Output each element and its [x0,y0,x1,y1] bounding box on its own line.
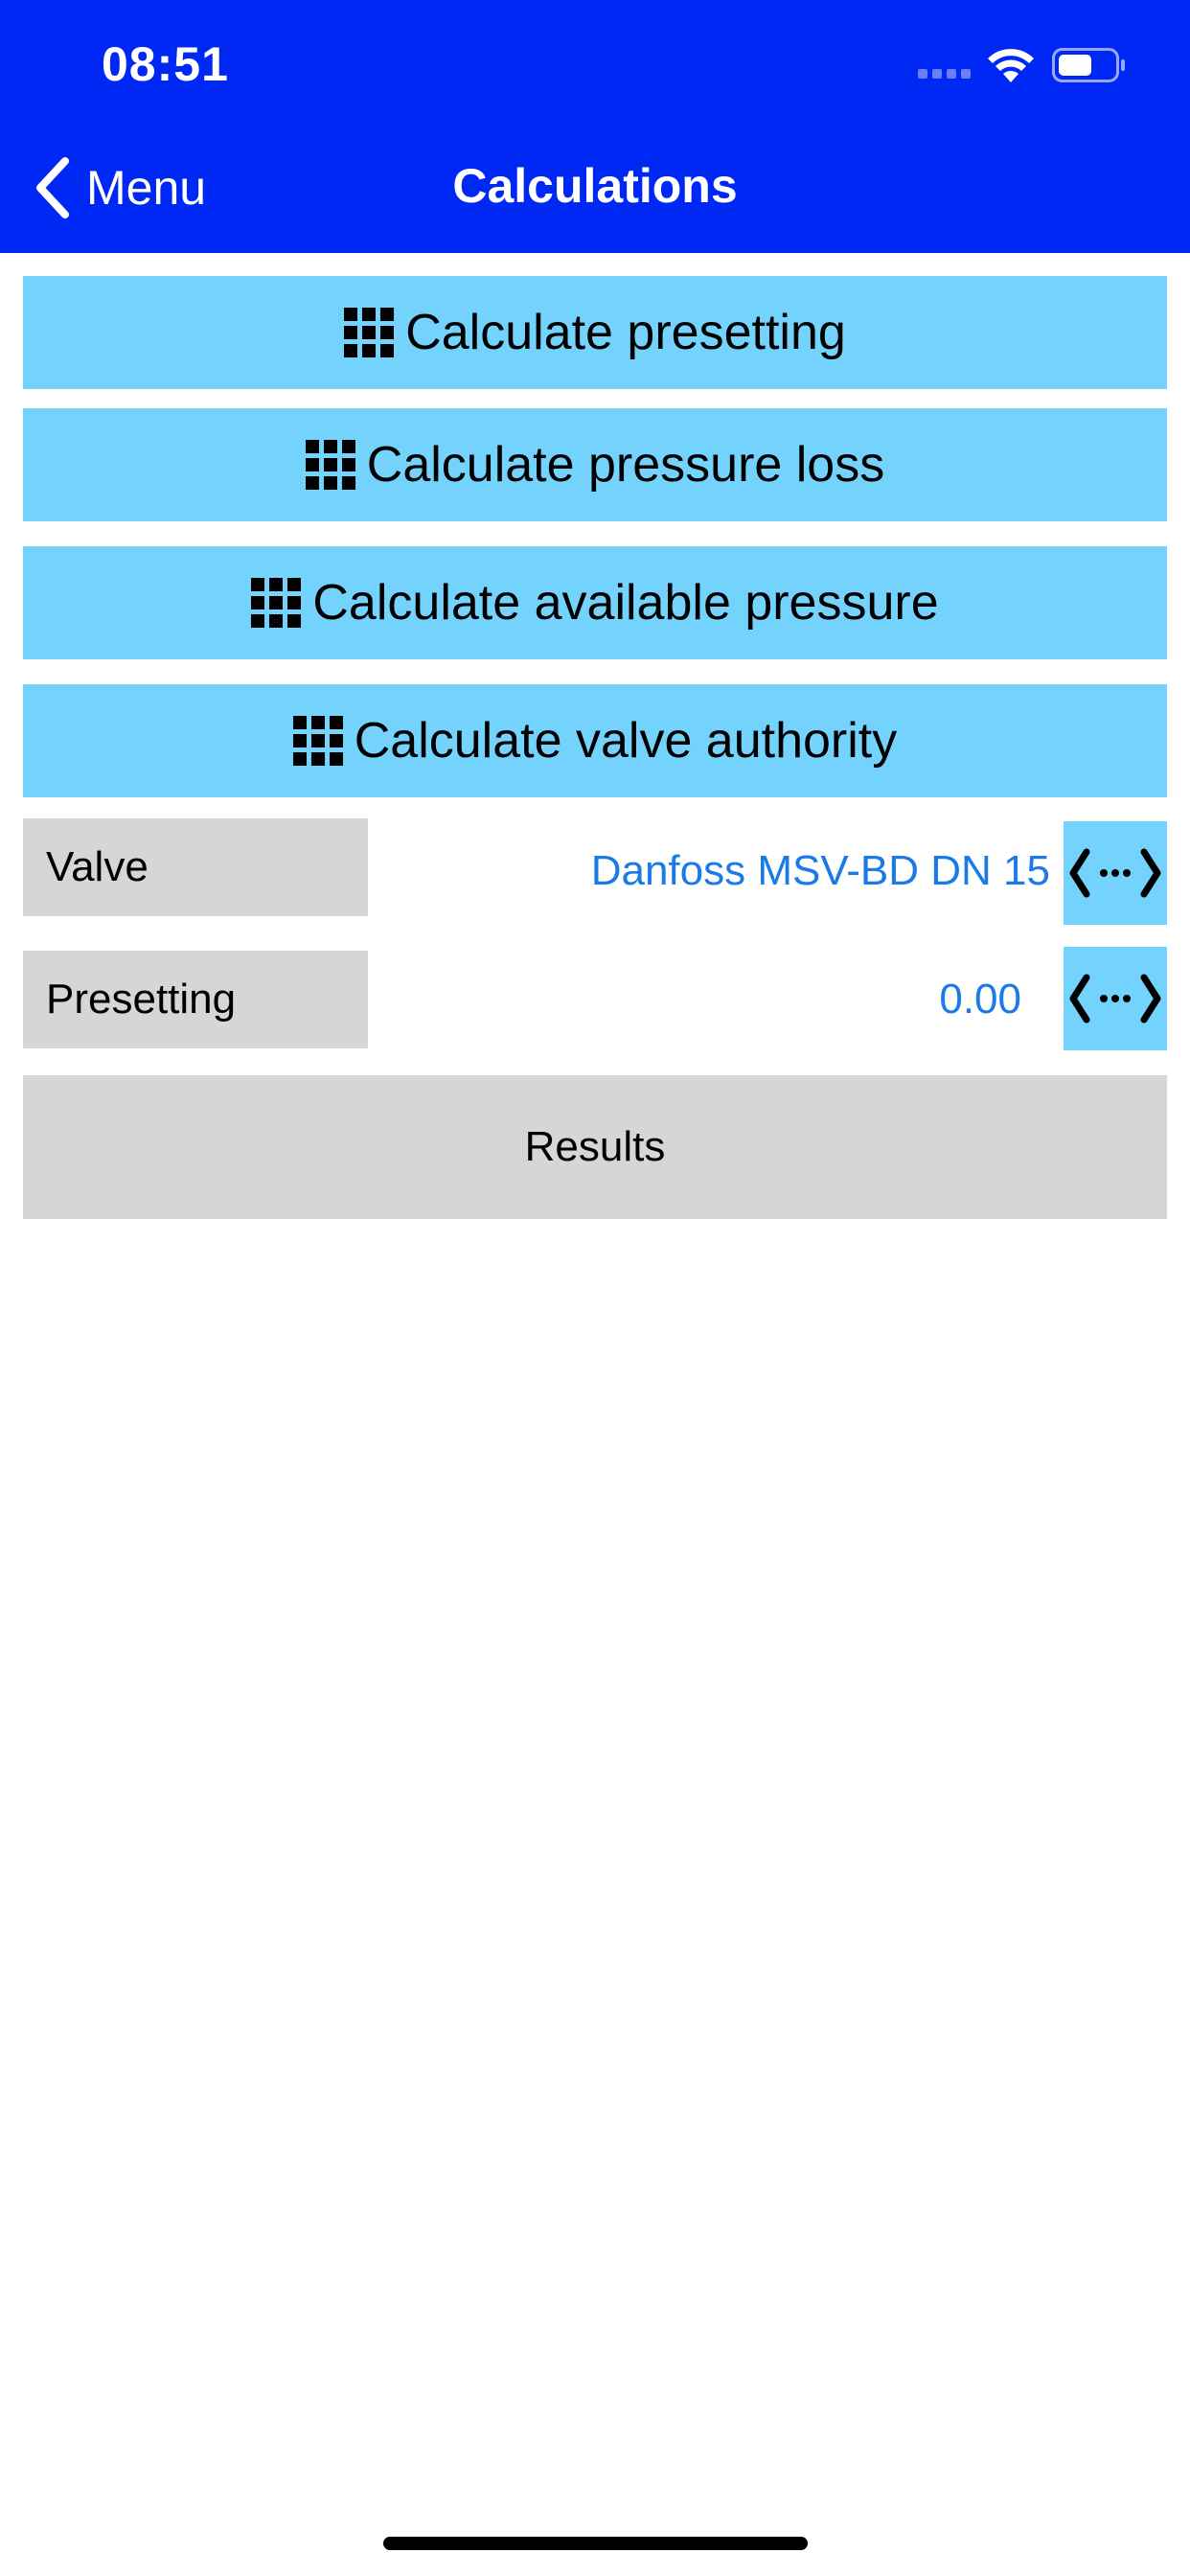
calculate-presetting-button[interactable]: Calculate presetting [23,276,1167,389]
presetting-field-label: Presetting [23,951,368,1048]
valve-select-button[interactable] [1064,821,1167,925]
results-label: Results [524,1123,666,1170]
home-indicator [383,2537,808,2550]
code-arrows-icon [1069,974,1161,1024]
calculate-available-pressure-button[interactable]: Calculate available pressure [23,546,1167,659]
results-button[interactable]: Results [23,1075,1167,1219]
calculations-screen: 08:51 Menu Calculations Calculate preset… [0,0,1190,2576]
valve-label-text: Valve [46,843,149,890]
valve-field-label: Valve [23,818,368,916]
cellular-signal-icon [918,69,971,79]
button-label: Calculate available pressure [312,575,939,631]
presetting-value[interactable]: 0.00 [671,976,1021,1024]
presetting-select-button[interactable] [1064,947,1167,1050]
grid-icon [344,308,395,357]
presetting-label-text: Presetting [46,976,237,1023]
battery-icon [1052,48,1125,82]
wifi-icon [988,49,1034,82]
button-label: Calculate pressure loss [366,437,885,493]
navigation-header: 08:51 Menu Calculations [0,0,1190,253]
button-label: Calculate presetting [405,305,846,360]
calculate-valve-authority-button[interactable]: Calculate valve authority [23,684,1167,797]
grid-icon [292,716,343,766]
button-label: Calculate valve authority [354,713,898,769]
grid-icon [305,440,355,490]
calculate-pressure-loss-button[interactable]: Calculate pressure loss [23,408,1167,521]
code-arrows-icon [1069,848,1161,898]
status-time: 08:51 [102,37,229,91]
grid-icon [251,578,302,628]
page-title: Calculations [452,159,738,213]
valve-value[interactable]: Danfoss MSV-BD DN 15 [383,847,1050,895]
